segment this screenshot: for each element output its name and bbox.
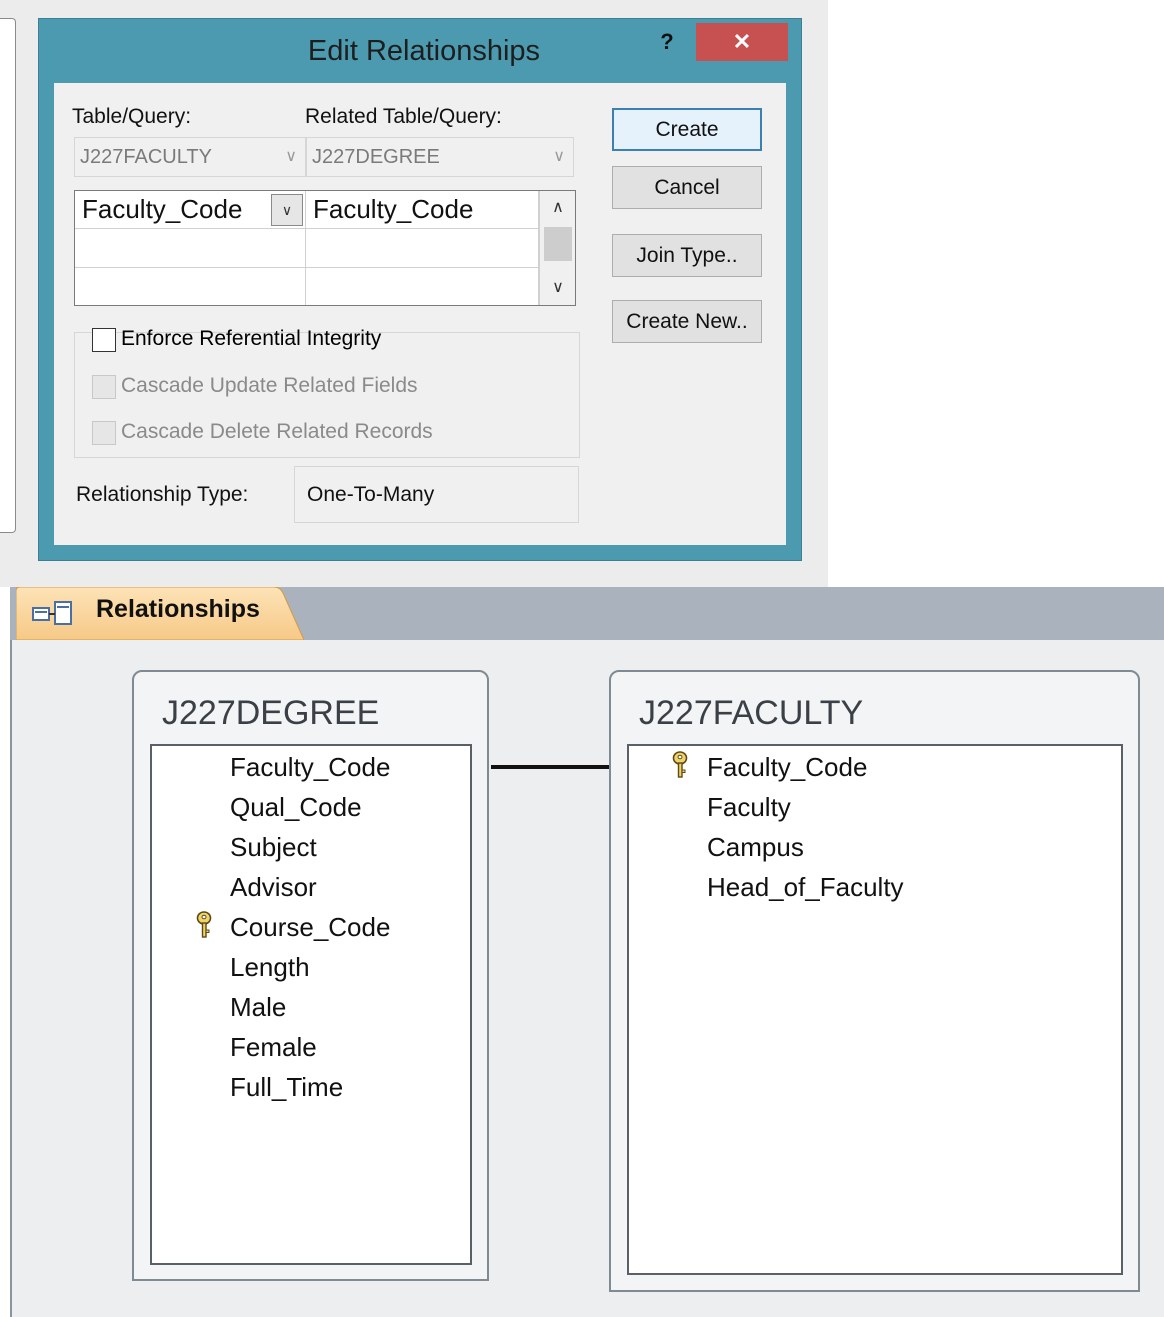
relationship-type-value: One-To-Many [294, 466, 579, 523]
grid-cell-right[interactable] [306, 268, 539, 305]
scroll-down-icon[interactable]: ∨ [540, 273, 576, 303]
scroll-up-icon[interactable]: ∧ [540, 193, 576, 223]
table-title: J227FACULTY [639, 694, 864, 732]
related-table-query-value: J227DEGREE [312, 146, 440, 168]
cancel-button[interactable]: Cancel [612, 166, 762, 209]
field-advisor[interactable]: Advisor [230, 872, 317, 903]
grid-scrollbar[interactable]: ∧ ∨ [539, 191, 575, 305]
field-list: Faculty_Code Faculty Campus Head_of_Facu… [627, 744, 1123, 1275]
field-campus[interactable]: Campus [707, 832, 804, 863]
grid-cell-right[interactable]: Faculty_Code [306, 191, 539, 229]
table-query-label: Table/Query: [72, 105, 192, 128]
cascade-update-label: Cascade Update Related Fields [121, 374, 418, 397]
field-head-of-faculty[interactable]: Head_of_Faculty [707, 872, 904, 903]
dialog-body: Table/Query: Related Table/Query: J227FA… [54, 83, 786, 545]
cascade-delete-label: Cascade Delete Related Records [121, 420, 433, 443]
related-table-query-label: Related Table/Query: [305, 105, 502, 128]
scroll-thumb[interactable] [544, 227, 572, 261]
field-mapping-grid: Faculty_Code ∨ Faculty_Code ∧ ∨ [74, 190, 576, 306]
chevron-down-icon: ∨ [553, 148, 565, 165]
grid-cell-left[interactable] [75, 268, 306, 305]
tab-relationships[interactable]: Relationships [16, 587, 306, 640]
create-new-button[interactable]: Create New.. [612, 300, 762, 343]
primary-key-icon [672, 751, 688, 778]
chevron-down-icon: ∨ [285, 148, 297, 165]
join-type-button[interactable]: Join Type.. [612, 234, 762, 277]
table-box-j227faculty[interactable]: J227FACULTY Faculty_Code Faculty Campus … [609, 670, 1140, 1292]
grid-cell-left[interactable]: Faculty_Code ∨ [75, 191, 306, 229]
tab-label: Relationships [96, 595, 260, 623]
table-query-select[interactable]: J227FACULTY ∨ [74, 137, 306, 177]
relationship-type-label: Relationship Type: [76, 483, 249, 506]
grid-cell-left[interactable] [75, 229, 306, 268]
edit-relationships-dialog: Edit Relationships ? ✕ Table/Query: Rela… [38, 18, 802, 561]
grid-cell-right[interactable] [306, 229, 539, 268]
related-table-query-select[interactable]: J227DEGREE ∨ [306, 137, 574, 177]
cascade-update-checkbox[interactable] [92, 375, 116, 399]
table-query-value: J227FACULTY [80, 146, 212, 168]
help-icon[interactable]: ? [657, 27, 677, 57]
field-faculty[interactable]: Faculty [707, 792, 791, 823]
field-dropdown-button[interactable]: ∨ [271, 194, 303, 226]
field-length[interactable]: Length [230, 952, 310, 983]
field-qual-code[interactable]: Qual_Code [230, 792, 362, 823]
close-button[interactable]: ✕ [696, 23, 788, 61]
field-faculty-code[interactable]: Faculty_Code [707, 752, 867, 783]
table-box-j227degree[interactable]: J227DEGREE Faculty_Code Qual_Code Subjec… [132, 670, 489, 1281]
enforce-integrity-label: Enforce Referential Integrity [121, 327, 382, 350]
left-field-value: Faculty_Code [82, 194, 243, 224]
relationships-icon [32, 601, 72, 625]
field-full-time[interactable]: Full_Time [230, 1072, 343, 1103]
field-list: Faculty_Code Qual_Code Subject Advisor C… [150, 744, 472, 1265]
right-field-value: Faculty_Code [313, 194, 474, 224]
field-course-code[interactable]: Course_Code [230, 912, 390, 943]
create-button[interactable]: Create [612, 108, 762, 151]
cascade-delete-checkbox[interactable] [92, 421, 116, 445]
relationship-join-line[interactable] [491, 765, 609, 769]
field-female[interactable]: Female [230, 1032, 317, 1063]
background-window-edge [0, 18, 16, 533]
enforce-integrity-checkbox[interactable] [92, 328, 116, 352]
field-faculty-code[interactable]: Faculty_Code [230, 752, 390, 783]
field-male[interactable]: Male [230, 992, 286, 1023]
table-title: J227DEGREE [162, 694, 380, 732]
field-subject[interactable]: Subject [230, 832, 317, 863]
dialog-title: Edit Relationships [307, 35, 541, 67]
close-icon: ✕ [732, 29, 752, 54]
primary-key-icon [196, 911, 212, 938]
